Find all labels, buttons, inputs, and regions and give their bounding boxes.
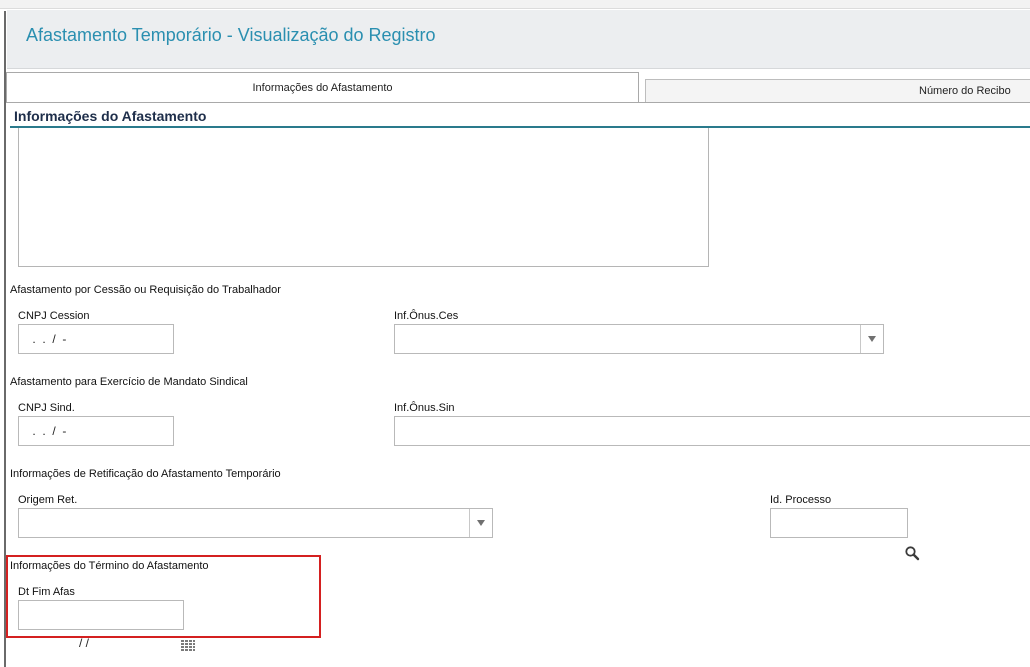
- onus-ces-select[interactable]: [394, 324, 884, 354]
- tab-numero-recibo[interactable]: Número do Recibo: [645, 79, 1030, 103]
- cnpj-sind-input[interactable]: . . / -: [18, 416, 174, 446]
- chevron-down-icon[interactable]: [860, 325, 883, 353]
- top-strip: [0, 0, 1030, 9]
- tab-label: Número do Recibo: [919, 85, 1011, 97]
- cnpj-cession-label: CNPJ Cession: [18, 310, 90, 322]
- tab-informacoes-afastamento[interactable]: Informações do Afastamento: [6, 72, 639, 103]
- cnpj-sind-label: CNPJ Sind.: [18, 402, 75, 414]
- page-title: Afastamento Temporário - Visualização do…: [26, 25, 436, 45]
- section-title: Informações do Afastamento: [14, 108, 207, 124]
- tab-divider: [6, 102, 1030, 103]
- id-processo-input[interactable]: [770, 508, 920, 561]
- origem-ret-select[interactable]: [18, 508, 493, 538]
- app-window: Afastamento Temporário - Visualização do…: [0, 0, 1030, 667]
- origem-ret-label: Origem Ret.: [18, 494, 78, 506]
- observation-textarea[interactable]: [18, 128, 709, 267]
- cnpj-cession-input[interactable]: . . / -: [18, 324, 174, 354]
- highlight-box: [6, 555, 321, 638]
- dt-fim-afas-value: / /: [42, 636, 90, 650]
- group-title-sindical: Afastamento para Exercício de Mandato Si…: [10, 376, 248, 388]
- group-title-retificacao: Informações de Retificação do Afastament…: [10, 468, 281, 480]
- chevron-down-icon[interactable]: [469, 509, 492, 537]
- onus-sin-label: Inf.Ônus.Sin: [394, 402, 455, 414]
- onus-ces-label: Inf.Ônus.Ces: [394, 310, 459, 322]
- search-icon[interactable]: [884, 515, 920, 561]
- id-processo-label: Id. Processo: [770, 494, 832, 506]
- group-title-cessao: Afastamento por Cessão ou Requisição do …: [10, 284, 281, 296]
- tab-label: Informações do Afastamento: [252, 82, 393, 94]
- page-header: Afastamento Temporário - Visualização do…: [7, 10, 1030, 69]
- onus-sin-input[interactable]: [394, 416, 1030, 446]
